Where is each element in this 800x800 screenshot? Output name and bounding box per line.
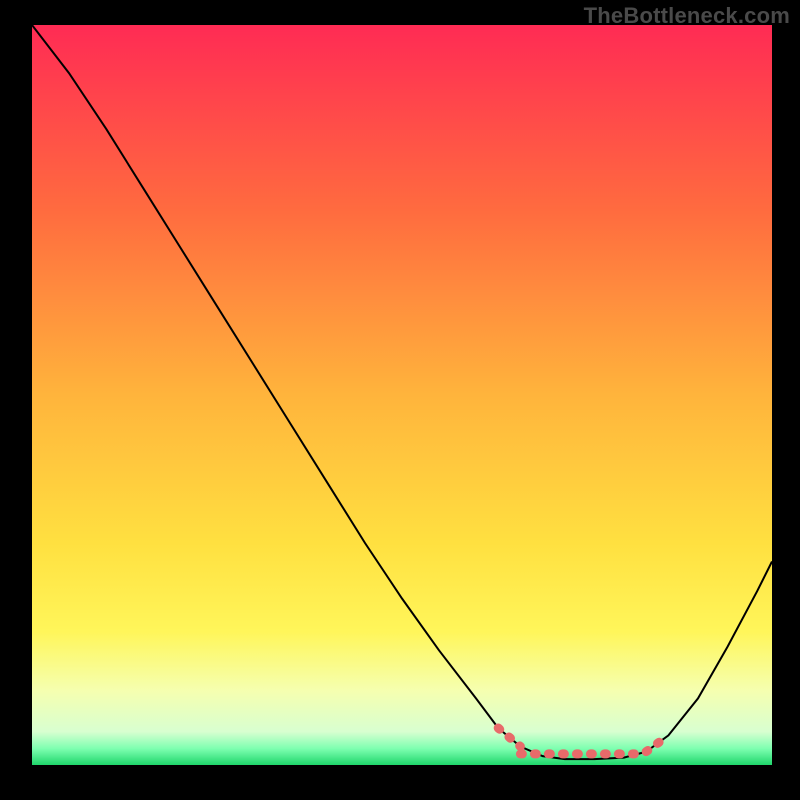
plot-area xyxy=(32,25,772,765)
watermark-text: TheBottleneck.com xyxy=(584,3,790,29)
gradient-background xyxy=(32,25,772,765)
chart-frame: TheBottleneck.com xyxy=(0,0,800,800)
chart-svg xyxy=(32,25,772,765)
